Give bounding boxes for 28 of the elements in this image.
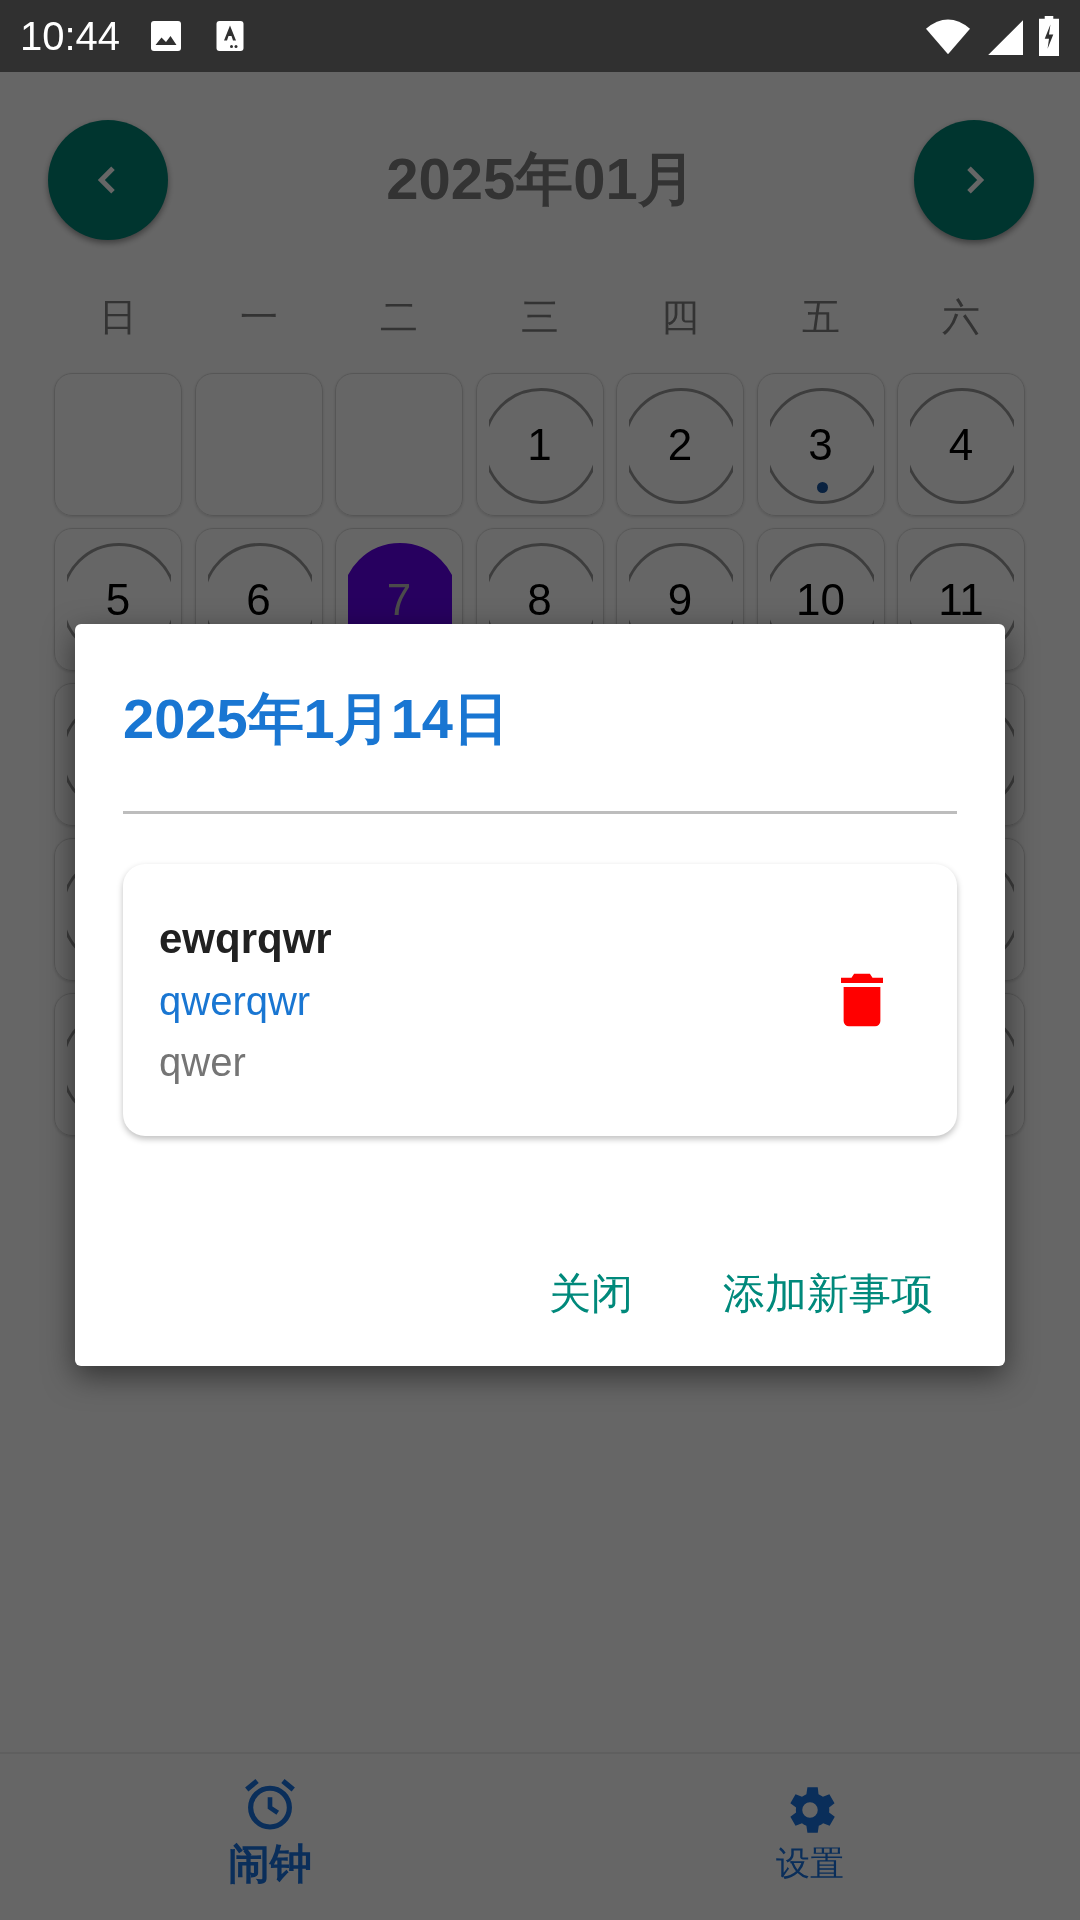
day-number: 3 bbox=[808, 419, 833, 470]
day-number: 10 bbox=[796, 574, 845, 625]
day-number: 8 bbox=[527, 574, 552, 625]
dialog-title: 2025年1月14日 bbox=[123, 686, 510, 752]
day-number: 1 bbox=[527, 419, 552, 470]
day-cell[interactable]: 4 bbox=[897, 373, 1025, 516]
day-number: 6 bbox=[246, 574, 271, 625]
clock-time: 10:44 bbox=[20, 13, 121, 59]
nav-tab[interactable]: 闹钟 bbox=[0, 1754, 540, 1920]
day-cell[interactable]: 1 bbox=[475, 373, 604, 516]
wifi-icon bbox=[926, 17, 970, 55]
day-number: 5 bbox=[105, 574, 131, 625]
day-cell[interactable]: 2 bbox=[616, 373, 744, 516]
event-note: qwer bbox=[159, 1040, 247, 1085]
battery-icon bbox=[1038, 16, 1060, 56]
event-time: qwerqwr bbox=[159, 979, 312, 1024]
day-cell[interactable]: 3 bbox=[756, 373, 885, 516]
close-button[interactable]: 关闭 bbox=[549, 1266, 633, 1322]
day-number: 11 bbox=[938, 574, 984, 625]
trash-icon bbox=[841, 973, 883, 1027]
nav-tab[interactable]: 设置 bbox=[540, 1754, 1080, 1920]
day-number: 4 bbox=[948, 419, 974, 470]
add-item-button[interactable]: 添加新事项 bbox=[723, 1266, 933, 1322]
event-title: ewqrqwr bbox=[159, 915, 332, 963]
day-number: 9 bbox=[667, 574, 693, 625]
delete-button[interactable] bbox=[841, 973, 883, 1027]
day-number: 7 bbox=[386, 574, 412, 625]
day-number: 2 bbox=[667, 419, 693, 470]
